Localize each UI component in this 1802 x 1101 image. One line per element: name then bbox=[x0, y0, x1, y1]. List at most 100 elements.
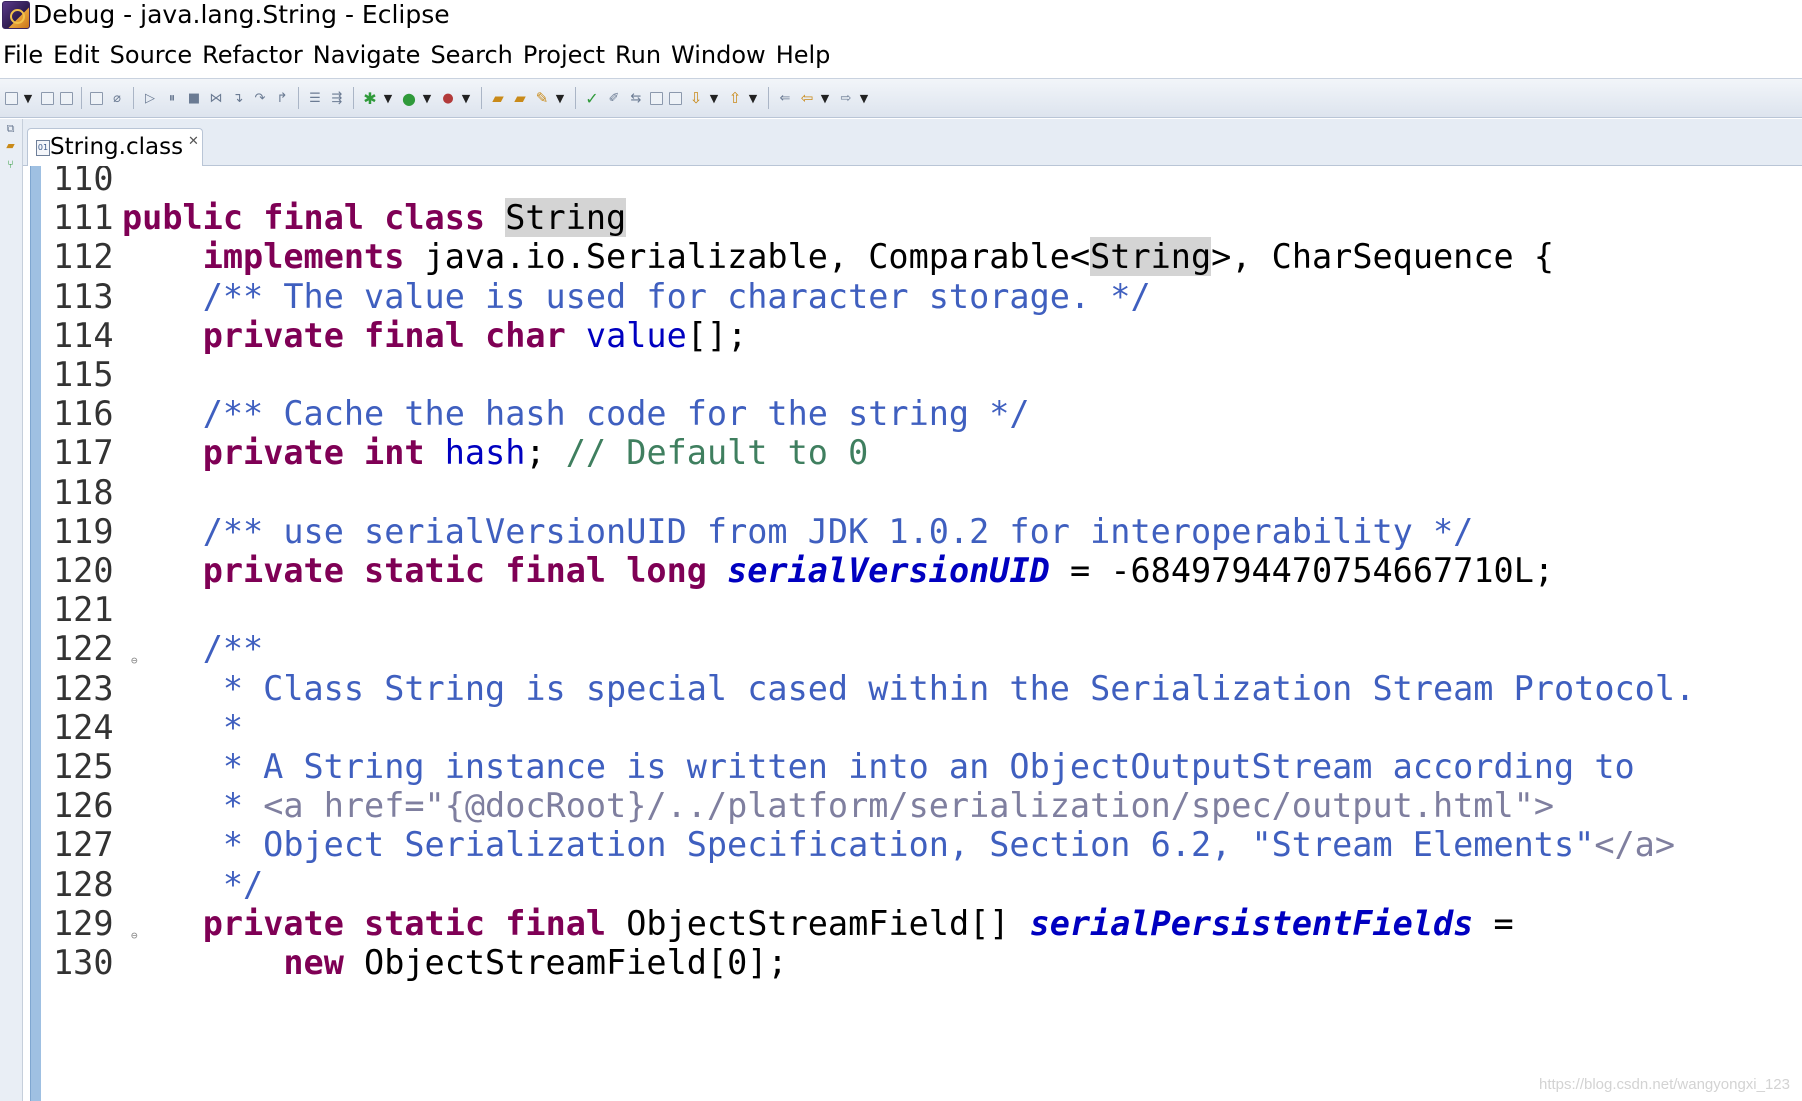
previous-annotation-dropdown-icon[interactable]: ▼ bbox=[747, 90, 759, 106]
toggle-block-selection-icon[interactable]: ⇆ bbox=[628, 90, 644, 106]
search-icon[interactable]: ✎ bbox=[534, 89, 550, 107]
code-token: * Object Serialization Specification, Se… bbox=[222, 825, 1595, 865]
terminate-icon[interactable]: ■ bbox=[186, 90, 202, 106]
disconnect-icon[interactable]: ⋈ bbox=[208, 90, 224, 106]
code-token: <a href="{@docRoot}/../platform/serializ… bbox=[263, 786, 1554, 826]
code-text: /** The value is used for character stor… bbox=[122, 277, 1151, 317]
code-token: >, CharSequence { bbox=[1211, 237, 1555, 277]
run-dropdown-icon[interactable]: ▼ bbox=[421, 90, 433, 106]
tab-string-class[interactable]: 01 String.class ✕ bbox=[27, 128, 203, 166]
code-text: private final char value[]; bbox=[122, 315, 748, 356]
new-icon[interactable] bbox=[5, 91, 18, 105]
code-token: long bbox=[626, 551, 707, 590]
code-editor[interactable]: 110 111 public final class String 112 imple… bbox=[23, 166, 1802, 1101]
code-token: /** bbox=[202, 629, 264, 669]
forward-icon[interactable]: ⇨ bbox=[838, 90, 854, 106]
code-text: private static final ObjectStreamField[]… bbox=[122, 904, 1514, 944]
next-annotation-dropdown-icon[interactable]: ▼ bbox=[708, 90, 720, 106]
code-token: * Class String is special cased within t… bbox=[222, 668, 1696, 708]
toggle-mark-occurrences-icon[interactable]: ✓ bbox=[584, 89, 600, 108]
code-text: /** Cache the hash code for the string *… bbox=[122, 394, 1030, 434]
open-console-icon[interactable] bbox=[90, 91, 103, 105]
close-icon[interactable]: ✕ bbox=[188, 134, 199, 149]
save-icon[interactable] bbox=[41, 91, 54, 105]
line-number: 115 bbox=[53, 355, 114, 394]
toolbar-separator bbox=[575, 87, 576, 109]
code-token: private bbox=[202, 433, 344, 473]
code-text: * A String instance is written into an O… bbox=[122, 747, 1635, 787]
menu-file[interactable]: File bbox=[0, 37, 50, 73]
toggle-breadcrumb-icon[interactable]: ✐ bbox=[606, 90, 622, 106]
menu-help[interactable]: Help bbox=[773, 37, 838, 73]
drop-to-frame-icon[interactable]: ⇶ bbox=[329, 90, 345, 106]
code-token: class bbox=[384, 198, 486, 238]
code-token: ObjectStreamField[0]; bbox=[343, 943, 788, 982]
debug-dropdown-icon[interactable]: ▼ bbox=[382, 90, 394, 106]
search-dropdown-icon[interactable]: ▼ bbox=[554, 90, 566, 106]
menu-source[interactable]: Source bbox=[107, 37, 199, 73]
restore-icon[interactable]: ⧉ bbox=[4, 123, 17, 135]
external-tools-icon[interactable]: ● bbox=[440, 90, 456, 106]
menu-search[interactable]: Search bbox=[427, 37, 519, 73]
external-tools-dropdown-icon[interactable]: ▼ bbox=[460, 90, 472, 106]
new-dropdown-icon[interactable]: ▼ bbox=[22, 90, 34, 106]
type-hierarchy-icon[interactable]: ⑂ bbox=[4, 159, 17, 171]
menu-navigate[interactable]: Navigate bbox=[310, 37, 428, 73]
step-into-icon[interactable]: ↴ bbox=[230, 90, 246, 106]
last-edit-location-icon[interactable]: ⇐ bbox=[777, 90, 793, 106]
run-icon[interactable]: ● bbox=[401, 89, 417, 108]
resume-icon[interactable]: ▷ bbox=[142, 90, 158, 106]
use-step-filters-icon[interactable]: ☰ bbox=[307, 90, 323, 106]
code-token: final bbox=[263, 198, 365, 238]
step-over-icon[interactable]: ↷ bbox=[252, 90, 268, 106]
next-annotation-icon[interactable]: ⇩ bbox=[688, 89, 704, 107]
code-text: /** use serialVersionUID from JDK 1.0.2 … bbox=[122, 512, 1474, 552]
code-token: * A String instance is written into an O… bbox=[222, 747, 1635, 786]
code-text: */ bbox=[122, 865, 263, 905]
menu-edit[interactable]: Edit bbox=[50, 37, 106, 73]
back-icon[interactable]: ⇦ bbox=[799, 89, 815, 107]
skip-breakpoints-icon[interactable]: ⌀ bbox=[109, 90, 125, 106]
code-text: * <a href="{@docRoot}/../platform/serial… bbox=[122, 786, 1554, 826]
show-source-icon[interactable] bbox=[669, 91, 682, 105]
code-token: final bbox=[364, 315, 465, 355]
eclipse-app-icon[interactable] bbox=[2, 1, 30, 29]
suspend-icon[interactable]: ⏸ bbox=[164, 90, 180, 106]
menu-bar: File Edit Source Refactor Navigate Searc… bbox=[0, 36, 1802, 74]
menu-refactor[interactable]: Refactor bbox=[199, 37, 310, 73]
forward-dropdown-icon[interactable]: ▼ bbox=[858, 90, 870, 106]
previous-annotation-icon[interactable]: ⇧ bbox=[727, 89, 743, 107]
code-token: */ bbox=[222, 864, 264, 904]
debug-icon[interactable]: ✱ bbox=[362, 89, 378, 108]
menu-window[interactable]: Window bbox=[668, 37, 773, 73]
code-text: private int hash; // Default to 0 bbox=[122, 433, 869, 473]
code-token: final bbox=[505, 551, 607, 590]
package-explorer-icon[interactable]: ▰ bbox=[4, 140, 17, 152]
code-token: ; bbox=[525, 433, 566, 473]
open-task-icon[interactable]: ▰ bbox=[512, 89, 528, 107]
open-type-icon[interactable]: ▰ bbox=[490, 89, 506, 107]
step-return-icon[interactable]: ↱ bbox=[274, 90, 290, 106]
back-dropdown-icon[interactable]: ▼ bbox=[819, 90, 831, 106]
toolbar-separator bbox=[81, 87, 82, 109]
overview-ruler[interactable] bbox=[30, 166, 41, 1101]
save-all-icon[interactable] bbox=[60, 91, 73, 105]
code-token: /** Cache the hash code for the string *… bbox=[202, 394, 1030, 434]
show-whitespace-icon[interactable] bbox=[650, 91, 663, 105]
code-token: hash bbox=[444, 433, 526, 473]
tab-label: String.class bbox=[50, 134, 184, 160]
menu-run[interactable]: Run bbox=[612, 37, 668, 73]
menu-project[interactable]: Project bbox=[520, 37, 612, 73]
